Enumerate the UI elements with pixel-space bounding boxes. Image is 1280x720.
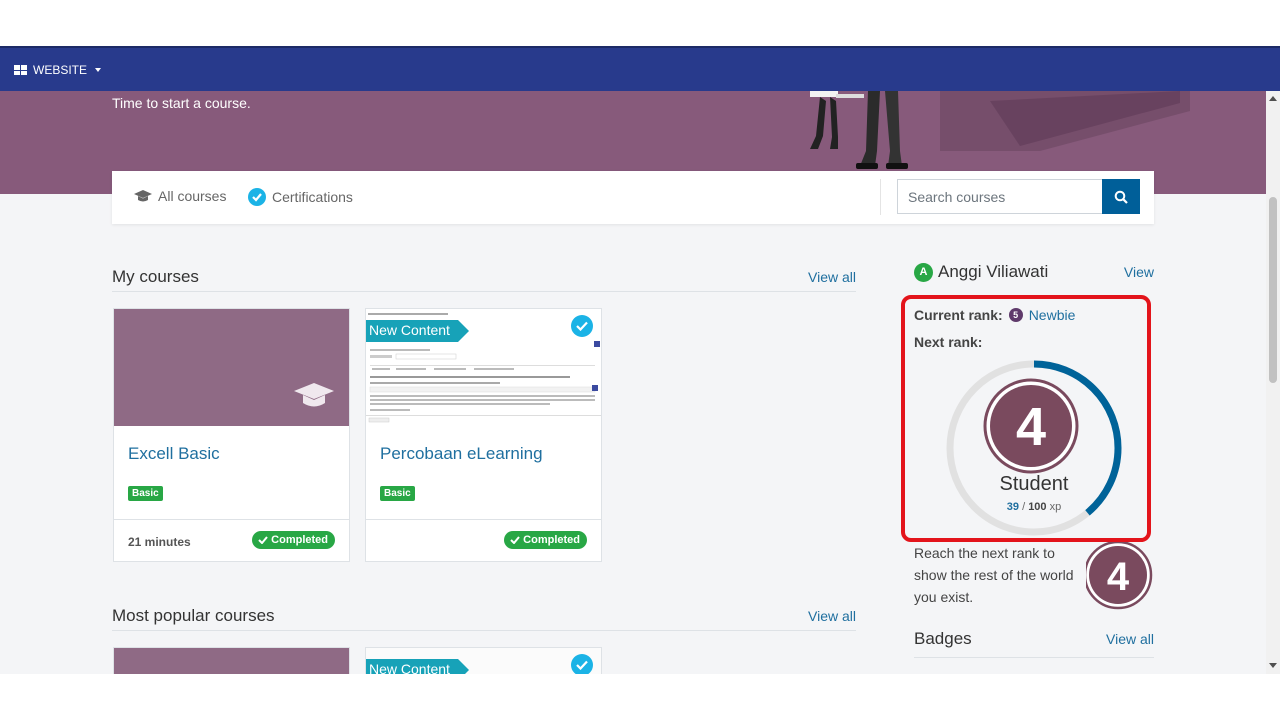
graduation-cap-icon xyxy=(134,189,152,201)
scroll-up-icon[interactable] xyxy=(1269,96,1277,101)
popular-course-card[interactable]: New Content xyxy=(365,647,602,674)
nav-certifications-label: Certifications xyxy=(272,189,353,205)
graduation-cap-icon xyxy=(294,383,334,407)
xp-progress-text: 39 / 100 xp xyxy=(944,501,1124,513)
course-title[interactable]: Percobaan eLearning xyxy=(380,444,543,464)
hero-illustration xyxy=(810,91,1190,169)
rank-medal-icon: 5 xyxy=(1008,308,1023,322)
next-rank-name: Student xyxy=(999,473,1069,495)
badges-title: Badges xyxy=(914,629,972,648)
xp-max: 100 xyxy=(1028,501,1047,513)
completed-badge: Completed xyxy=(504,531,587,549)
current-rank-link[interactable]: Newbie xyxy=(1029,307,1076,323)
reach-next-rank-text: Reach the next rank to show the rest of … xyxy=(914,545,1074,605)
scroll-down-icon[interactable] xyxy=(1269,663,1277,668)
website-menu[interactable]: WEBSITE xyxy=(14,63,102,77)
browser-viewport: WEBSITE Time to start a course. All cour… xyxy=(0,46,1280,674)
course-tag: Basic xyxy=(128,486,163,501)
rank-medal-icon: 4 xyxy=(1086,542,1153,610)
course-title[interactable]: Excell Basic xyxy=(128,444,220,464)
user-name-block[interactable]: A Anggi Viliawati xyxy=(914,262,1048,282)
nav-certifications[interactable]: Certifications xyxy=(248,188,353,206)
website-menu-label: WEBSITE xyxy=(33,63,88,77)
new-content-ribbon: New Content xyxy=(366,320,469,342)
popular-courses-header: Most popular courses View all xyxy=(112,601,856,631)
check-icon xyxy=(258,536,268,544)
my-courses-header: My courses View all xyxy=(112,262,856,292)
next-rank-label: Next rank: xyxy=(914,334,983,350)
top-navbar: WEBSITE xyxy=(0,46,1280,91)
current-rank-label: Current rank: xyxy=(914,307,1003,323)
hero-subtitle: Time to start a course. xyxy=(112,95,251,111)
user-name: Anggi Viliawati xyxy=(938,262,1049,281)
vertical-scrollbar[interactable] xyxy=(1266,91,1280,674)
course-nav-bar: All courses Certifications xyxy=(112,171,1154,224)
nav-all-courses-label: All courses xyxy=(158,188,227,204)
rank-medal-icon: 4 xyxy=(983,378,1079,474)
course-card-footer: 21 minutes Completed xyxy=(114,519,349,562)
verified-check-icon xyxy=(248,188,266,206)
user-profile-header: A Anggi Viliawati View xyxy=(914,262,1154,282)
course-thumbnail: New Content xyxy=(366,309,601,426)
course-tag: Basic xyxy=(380,486,415,501)
current-rank-row: Current rank: 5 Newbie xyxy=(914,307,1075,323)
popular-course-card[interactable] xyxy=(113,647,350,674)
completed-badge: Completed xyxy=(252,531,335,549)
my-courses-title: My courses xyxy=(112,266,199,286)
search-form xyxy=(880,179,1140,215)
xp-separator: / xyxy=(1022,501,1026,513)
next-rank-number: 4 xyxy=(1016,397,1046,457)
search-button[interactable] xyxy=(1102,179,1140,214)
xp-unit: xp xyxy=(1049,501,1062,513)
course-thumbnail: New Content xyxy=(366,648,601,674)
verified-check-icon xyxy=(571,654,593,674)
course-duration: 21 minutes xyxy=(128,535,191,549)
verified-check-icon xyxy=(571,315,593,337)
course-thumbnail xyxy=(114,648,349,674)
search-icon xyxy=(1114,190,1128,204)
course-thumbnail xyxy=(114,309,349,426)
user-view-link[interactable]: View xyxy=(1124,264,1154,280)
scrollbar-thumb[interactable] xyxy=(1269,197,1277,383)
check-icon xyxy=(510,536,520,544)
course-card-excell-basic[interactable]: Excell Basic Basic 21 minutes Completed xyxy=(113,308,350,562)
completed-label: Completed xyxy=(523,534,580,546)
caret-down-icon xyxy=(95,68,102,72)
search-input[interactable] xyxy=(897,179,1102,214)
avatar: A xyxy=(914,262,933,282)
course-card-footer: Completed xyxy=(366,519,601,562)
popular-courses-view-all-link[interactable]: View all xyxy=(808,608,856,624)
badges-header: Badges View all xyxy=(914,629,1154,658)
apps-grid-icon xyxy=(14,65,27,75)
completed-label: Completed xyxy=(271,534,328,546)
badges-view-all-link[interactable]: View all xyxy=(1106,631,1154,647)
nav-all-courses[interactable]: All courses xyxy=(134,188,226,204)
popular-courses-title: Most popular courses xyxy=(112,605,275,625)
course-card-percobaan-elearning[interactable]: New Content Percobaan eLearning Basic Co… xyxy=(365,308,602,562)
new-content-ribbon: New Content xyxy=(366,659,469,674)
my-courses-view-all-link[interactable]: View all xyxy=(808,269,856,285)
xp-current: 39 xyxy=(1006,501,1019,513)
small-rank-number: 4 xyxy=(1107,555,1130,599)
